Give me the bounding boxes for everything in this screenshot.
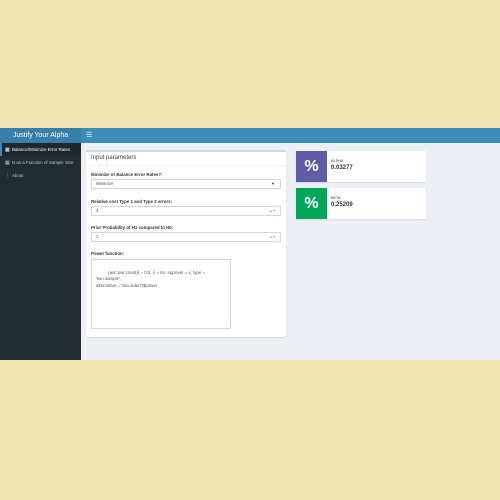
percent-icon: % xyxy=(296,188,327,219)
beta-label: BETA xyxy=(331,196,341,200)
info-icon: ⋮ xyxy=(5,172,10,179)
alpha-label: ALPHA xyxy=(331,159,344,163)
power-label: Power function: xyxy=(91,251,125,256)
beta-value: 0.25209 xyxy=(331,202,353,208)
sidebar-item-label: N as a Function of Sample Size xyxy=(12,160,74,165)
app-window: Justify Your Alpha ☰ ▦ Balance/Minimize … xyxy=(0,128,500,360)
top-navbar: Justify Your Alpha ☰ xyxy=(0,128,500,143)
main-content: Input parameters Minimize or Balance Err… xyxy=(81,143,500,360)
cost-input-value: 4 xyxy=(96,208,99,213)
cost-field: Relative cost Type 1 and Type 2 errors: … xyxy=(91,199,281,216)
cost-label: Relative cost Type 1 and Type 2 errors: xyxy=(91,199,173,204)
alpha-value: 0.03277 xyxy=(331,165,353,171)
sidebar: ▦ Balance/Minimize Error Rates ▦ N as a … xyxy=(0,143,81,360)
resize-handle-icon[interactable]: ⁘ xyxy=(226,321,229,328)
power-function-text: pwr::pwr.t.test(d = 0.5, n = 64, sig.lev… xyxy=(96,269,206,288)
table-icon: ▦ xyxy=(5,146,10,153)
box-title: Input parameters xyxy=(86,152,286,166)
spinner-icon[interactable]: ▲▼ xyxy=(269,207,276,215)
sidebar-item-about[interactable]: ⋮ About xyxy=(0,169,81,182)
sidebar-item-balance[interactable]: ▦ Balance/Minimize Error Rates xyxy=(0,143,81,156)
sidebar-item-sample-size[interactable]: ▦ N as a Function of Sample Size xyxy=(0,156,81,169)
spinner-icon[interactable]: ▲▼ xyxy=(269,233,276,241)
alpha-info-box: % ALPHA 0.03277 xyxy=(296,151,426,182)
minimize-field: Minimize or Balance Error Rates?: Minimi… xyxy=(91,172,281,189)
prior-input-value: 1 xyxy=(96,234,99,239)
prior-field: Prior Probability of H1 compared to H0: … xyxy=(91,225,281,242)
cost-input[interactable]: 4 ▲▼ xyxy=(91,206,281,216)
prior-label: Prior Probability of H1 compared to H0: xyxy=(91,225,174,230)
power-function-textarea[interactable]: pwr::pwr.t.test(d = 0.5, n = 64, sig.lev… xyxy=(91,259,231,329)
power-field: Power function: pwr::pwr.t.test(d = 0.5,… xyxy=(91,251,231,329)
minimize-select-value: Minimize xyxy=(96,181,114,186)
input-parameters-box: Input parameters Minimize or Balance Err… xyxy=(86,150,286,337)
table-icon: ▦ xyxy=(5,159,10,166)
minimize-label: Minimize or Balance Error Rates?: xyxy=(91,172,163,177)
beta-info-box: % BETA 0.25209 xyxy=(296,188,426,219)
prior-input[interactable]: 1 ▲▼ xyxy=(91,232,281,242)
chevron-down-icon: ▼ xyxy=(271,181,275,186)
minimize-select[interactable]: Minimize ▼ xyxy=(91,179,281,189)
percent-icon: % xyxy=(296,151,327,182)
app-title: Justify Your Alpha xyxy=(0,128,81,143)
sidebar-toggle-icon[interactable]: ☰ xyxy=(86,128,92,143)
sidebar-item-label: About xyxy=(12,173,24,178)
sidebar-item-label: Balance/Minimize Error Rates xyxy=(12,147,71,152)
